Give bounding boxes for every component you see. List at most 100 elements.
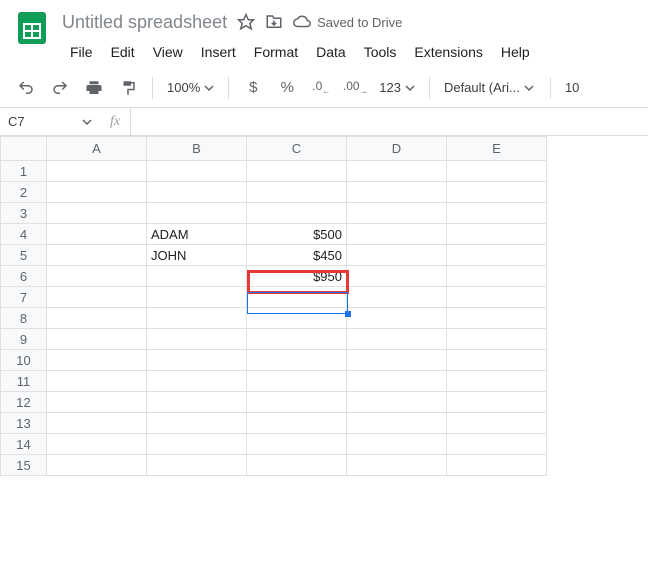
cell-B10[interactable]	[147, 350, 247, 371]
cell-B1[interactable]	[147, 161, 247, 182]
col-header-B[interactable]: B	[147, 137, 247, 161]
col-header-A[interactable]: A	[47, 137, 147, 161]
cell-A14[interactable]	[47, 434, 147, 455]
cell-B3[interactable]	[147, 203, 247, 224]
menu-data[interactable]: Data	[308, 40, 354, 64]
increase-decimal-button[interactable]: .00→	[341, 74, 369, 102]
cell-C10[interactable]	[247, 350, 347, 371]
cell-E11[interactable]	[447, 371, 547, 392]
cell-E5[interactable]	[447, 245, 547, 266]
cell-C14[interactable]	[247, 434, 347, 455]
cell-E3[interactable]	[447, 203, 547, 224]
cell-C12[interactable]	[247, 392, 347, 413]
cell-C7[interactable]	[247, 287, 347, 308]
row-header[interactable]: 9	[1, 329, 47, 350]
cell-A10[interactable]	[47, 350, 147, 371]
cell-D14[interactable]	[347, 434, 447, 455]
cell-E6[interactable]	[447, 266, 547, 287]
cell-E4[interactable]	[447, 224, 547, 245]
zoom-dropdown[interactable]: 100%	[163, 80, 218, 95]
cell-D4[interactable]	[347, 224, 447, 245]
cell-A15[interactable]	[47, 455, 147, 476]
row-header[interactable]: 5	[1, 245, 47, 266]
paint-format-button[interactable]	[114, 74, 142, 102]
font-dropdown[interactable]: Default (Ari...	[440, 80, 540, 95]
cell-A9[interactable]	[47, 329, 147, 350]
cell-A3[interactable]	[47, 203, 147, 224]
menu-extensions[interactable]: Extensions	[406, 40, 490, 64]
cell-E9[interactable]	[447, 329, 547, 350]
cell-C13[interactable]	[247, 413, 347, 434]
cell-D13[interactable]	[347, 413, 447, 434]
cell-D12[interactable]	[347, 392, 447, 413]
cell-E10[interactable]	[447, 350, 547, 371]
cell-B12[interactable]	[147, 392, 247, 413]
cell-D6[interactable]	[347, 266, 447, 287]
row-header[interactable]: 2	[1, 182, 47, 203]
star-icon[interactable]	[237, 13, 255, 31]
cell-D10[interactable]	[347, 350, 447, 371]
cell-B15[interactable]	[147, 455, 247, 476]
cell-D5[interactable]	[347, 245, 447, 266]
percent-button[interactable]: %	[273, 74, 301, 102]
menu-help[interactable]: Help	[493, 40, 538, 64]
menu-file[interactable]: File	[62, 40, 101, 64]
print-button[interactable]	[80, 74, 108, 102]
cell-A12[interactable]	[47, 392, 147, 413]
undo-button[interactable]	[12, 74, 40, 102]
cell-B5[interactable]: JOHN	[147, 245, 247, 266]
cell-E12[interactable]	[447, 392, 547, 413]
sheets-logo[interactable]	[12, 8, 52, 48]
row-header[interactable]: 1	[1, 161, 47, 182]
cell-A1[interactable]	[47, 161, 147, 182]
cell-A6[interactable]	[47, 266, 147, 287]
cell-D7[interactable]	[347, 287, 447, 308]
cell-E14[interactable]	[447, 434, 547, 455]
doc-title[interactable]: Untitled spreadsheet	[62, 12, 227, 33]
row-header[interactable]: 15	[1, 455, 47, 476]
row-header[interactable]: 11	[1, 371, 47, 392]
cell-A11[interactable]	[47, 371, 147, 392]
cell-B11[interactable]	[147, 371, 247, 392]
cell-C11[interactable]	[247, 371, 347, 392]
number-format-dropdown[interactable]: 123	[375, 80, 419, 95]
menu-format[interactable]: Format	[246, 40, 306, 64]
cell-A13[interactable]	[47, 413, 147, 434]
row-header[interactable]: 10	[1, 350, 47, 371]
cell-B13[interactable]	[147, 413, 247, 434]
cell-A7[interactable]	[47, 287, 147, 308]
col-header-E[interactable]: E	[447, 137, 547, 161]
menu-tools[interactable]: Tools	[356, 40, 405, 64]
row-header[interactable]: 3	[1, 203, 47, 224]
cell-C2[interactable]	[247, 182, 347, 203]
cell-E1[interactable]	[447, 161, 547, 182]
formula-input[interactable]	[130, 108, 648, 135]
cell-E15[interactable]	[447, 455, 547, 476]
cell-E13[interactable]	[447, 413, 547, 434]
cell-B7[interactable]	[147, 287, 247, 308]
currency-button[interactable]: $	[239, 74, 267, 102]
cell-D15[interactable]	[347, 455, 447, 476]
cell-E2[interactable]	[447, 182, 547, 203]
cell-C3[interactable]	[247, 203, 347, 224]
font-size[interactable]: 10	[561, 80, 583, 95]
cell-B8[interactable]	[147, 308, 247, 329]
cell-A4[interactable]	[47, 224, 147, 245]
cell-B14[interactable]	[147, 434, 247, 455]
move-icon[interactable]	[265, 13, 283, 31]
cell-C15[interactable]	[247, 455, 347, 476]
cell-C1[interactable]	[247, 161, 347, 182]
cell-D1[interactable]	[347, 161, 447, 182]
cell-D11[interactable]	[347, 371, 447, 392]
cell-B2[interactable]	[147, 182, 247, 203]
row-header[interactable]: 14	[1, 434, 47, 455]
row-header[interactable]: 13	[1, 413, 47, 434]
menu-view[interactable]: View	[145, 40, 191, 64]
cell-D2[interactable]	[347, 182, 447, 203]
row-header[interactable]: 6	[1, 266, 47, 287]
row-header[interactable]: 7	[1, 287, 47, 308]
cell-C4[interactable]: $500	[247, 224, 347, 245]
decrease-decimal-button[interactable]: .0←	[307, 74, 335, 102]
col-header-C[interactable]: C	[247, 137, 347, 161]
save-status[interactable]: Saved to Drive	[293, 13, 402, 31]
